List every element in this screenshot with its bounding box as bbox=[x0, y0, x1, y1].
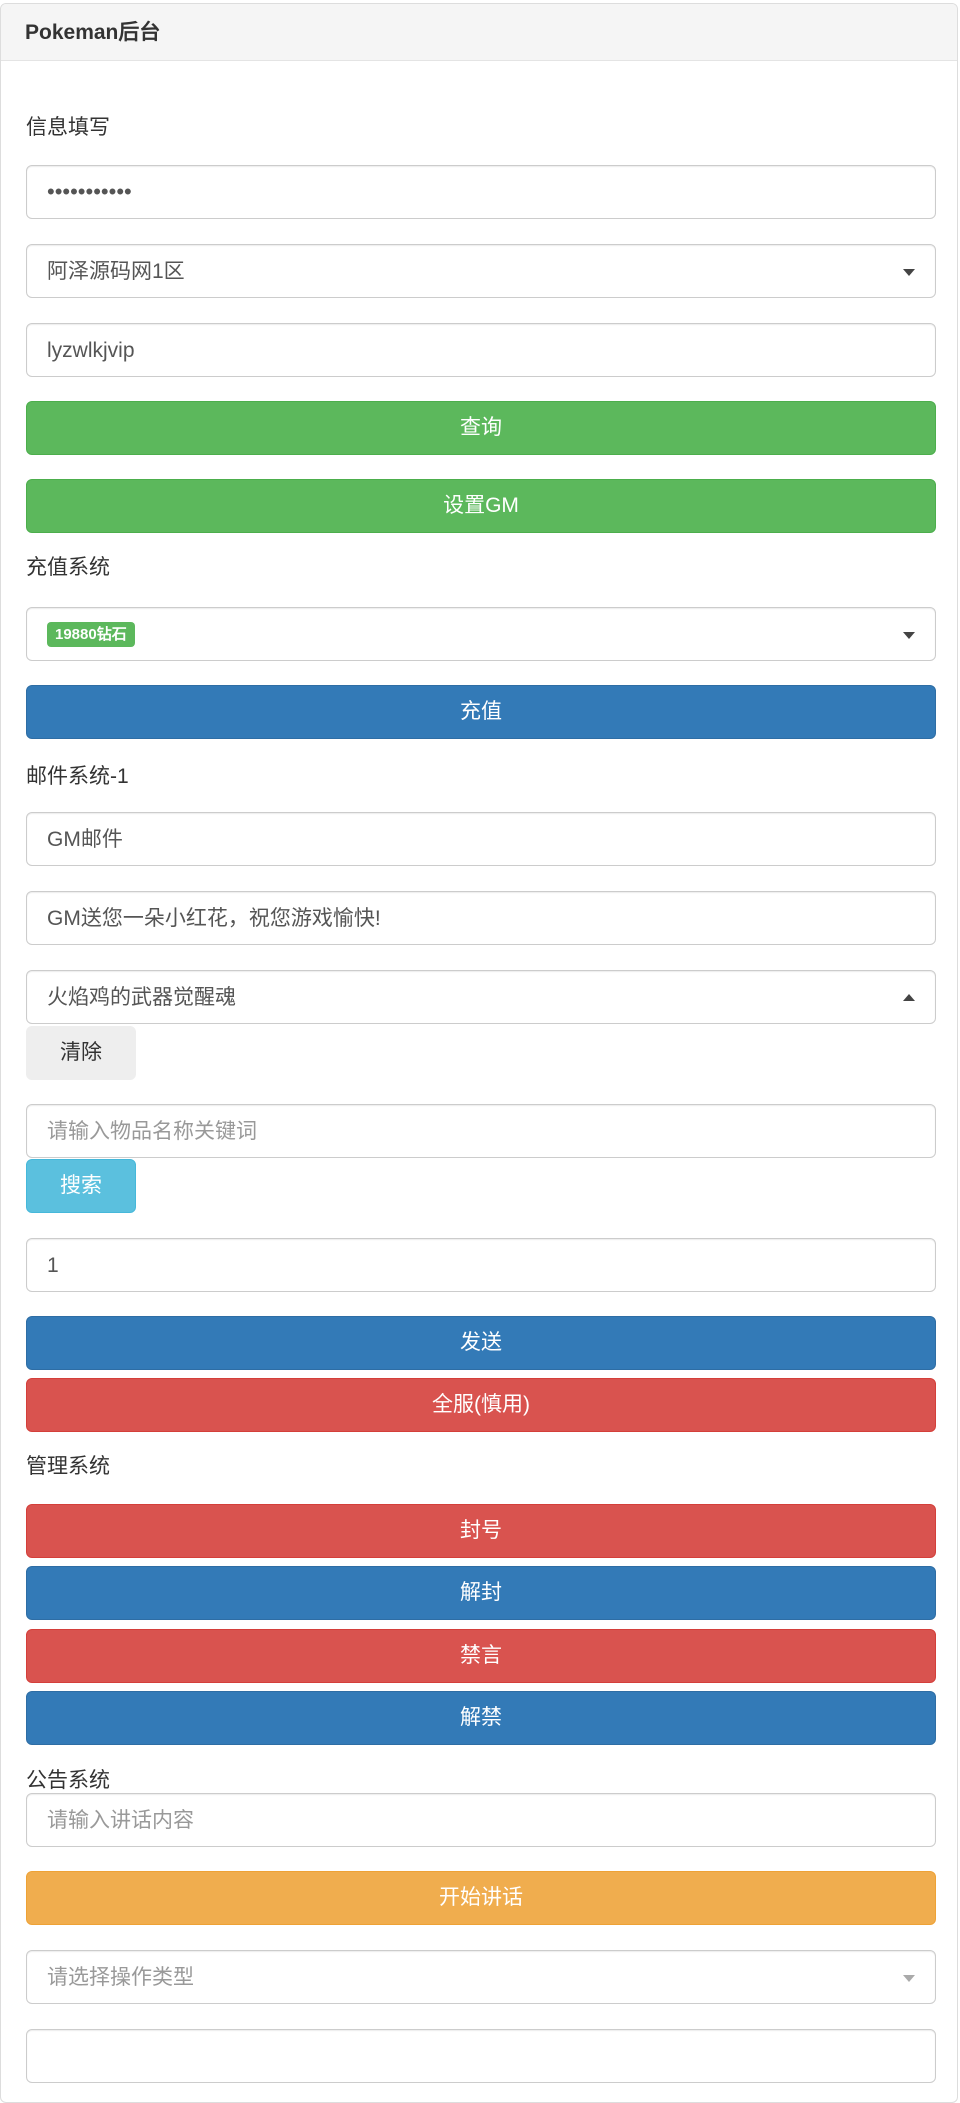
recharge-selected-badge: 19880钻石 bbox=[47, 622, 135, 647]
chevron-down-icon bbox=[903, 1975, 915, 1982]
recharge-button[interactable]: 充值 bbox=[26, 685, 936, 739]
mail-title-input[interactable]: GM邮件 bbox=[26, 812, 936, 866]
search-button[interactable]: 搜索 bbox=[26, 1159, 136, 1213]
clear-button[interactable]: 清除 bbox=[26, 1026, 136, 1080]
item-keyword-placeholder: 请输入物品名称关键词 bbox=[47, 1120, 257, 1143]
operation-type-placeholder: 请选择操作类型 bbox=[47, 1966, 194, 1989]
ban-button[interactable]: 封号 bbox=[26, 1504, 936, 1558]
unmute-button[interactable]: 解禁 bbox=[26, 1691, 936, 1745]
unban-button[interactable]: 解封 bbox=[26, 1566, 936, 1620]
operation-type-select[interactable]: 请选择操作类型 bbox=[26, 1950, 936, 2004]
password-input[interactable]: ••••••••••• bbox=[26, 165, 936, 219]
section-label-mail: 邮件系统-1 bbox=[26, 765, 129, 788]
section-label-announce: 公告系统 bbox=[26, 1769, 110, 1792]
item-keyword-input[interactable]: 请输入物品名称关键词 bbox=[26, 1104, 936, 1158]
send-button[interactable]: 发送 bbox=[26, 1316, 936, 1370]
mail-title-value: GM邮件 bbox=[47, 828, 123, 851]
speech-content-placeholder: 请输入讲话内容 bbox=[47, 1809, 194, 1832]
send-all-server-button[interactable]: 全服(慎用) bbox=[26, 1378, 936, 1432]
chevron-down-icon bbox=[903, 269, 915, 276]
speech-content-input[interactable]: 请输入讲话内容 bbox=[26, 1793, 936, 1847]
admin-panel: Pokeman后台 信息填写 ••••••••••• 阿泽源码网1区 lyzwl… bbox=[0, 3, 958, 2103]
chevron-up-icon bbox=[903, 994, 915, 1001]
item-select[interactable]: 火焰鸡的武器觉醒魂 bbox=[26, 970, 936, 1024]
seconds-input[interactable] bbox=[26, 2029, 936, 2083]
panel-heading: Pokeman后台 bbox=[1, 4, 957, 61]
recharge-select[interactable]: 19880钻石 bbox=[26, 607, 936, 661]
section-label-recharge: 充值系统 bbox=[26, 556, 110, 579]
password-mask: ••••••••••• bbox=[47, 179, 132, 204]
quantity-input[interactable]: 1 bbox=[26, 1238, 936, 1292]
chevron-down-icon bbox=[903, 632, 915, 639]
mute-button[interactable]: 禁言 bbox=[26, 1629, 936, 1683]
server-select[interactable]: 阿泽源码网1区 bbox=[26, 244, 936, 298]
mail-content-value: GM送您一朵小红花，祝您游戏愉快! bbox=[47, 907, 381, 930]
item-select-value: 火焰鸡的武器觉醒魂 bbox=[47, 986, 236, 1009]
page-title: Pokeman后台 bbox=[25, 21, 161, 44]
quantity-value: 1 bbox=[47, 1254, 59, 1277]
mail-content-input[interactable]: GM送您一朵小红花，祝您游戏愉快! bbox=[26, 891, 936, 945]
start-speech-button[interactable]: 开始讲话 bbox=[26, 1871, 936, 1925]
account-input-value: lyzwlkjvip bbox=[47, 339, 135, 362]
account-input[interactable]: lyzwlkjvip bbox=[26, 323, 936, 377]
query-button[interactable]: 查询 bbox=[26, 401, 936, 455]
server-select-value: 阿泽源码网1区 bbox=[47, 260, 185, 283]
section-label-manage: 管理系统 bbox=[26, 1455, 110, 1478]
section-label-info: 信息填写 bbox=[26, 116, 110, 139]
set-gm-button[interactable]: 设置GM bbox=[26, 479, 936, 533]
